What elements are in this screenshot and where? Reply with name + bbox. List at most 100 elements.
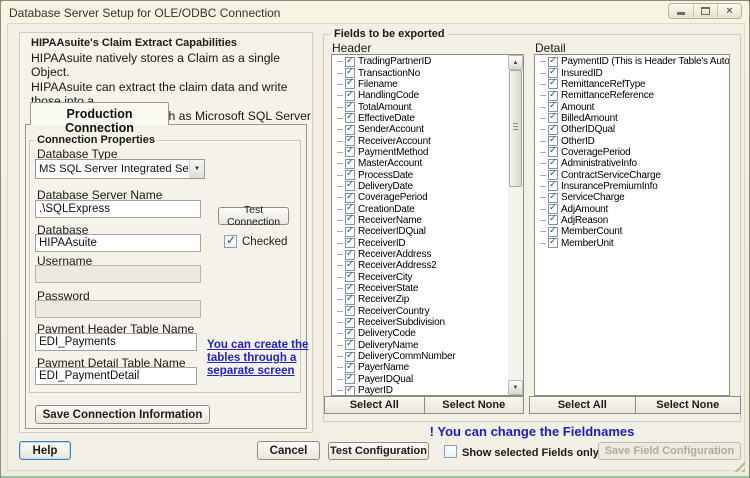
list-item[interactable]: ✓OtherID (537, 135, 729, 146)
tree-connector (337, 129, 343, 130)
test-connection-button[interactable]: Test Connection (218, 207, 289, 225)
tab-production-connection[interactable]: Production Connection (30, 102, 169, 125)
check-icon: ✓ (549, 111, 557, 122)
title-bar[interactable]: Database Server Setup for OLE/ODBC Conne… (1, 1, 749, 23)
dropdown-button[interactable]: ▼ (189, 160, 204, 178)
field-label: ReceiverAddress2 (358, 260, 437, 271)
detail-fields-list[interactable]: ✓PaymentID (This is Header Table's Auto … (534, 54, 730, 396)
list-item[interactable]: ✓MasterAccount (334, 158, 507, 169)
fields-to-be-exported-label: Fields to be exported (330, 28, 449, 40)
field-label: ReceiverState (358, 283, 418, 294)
checked-checkbox[interactable]: ✓ (224, 235, 237, 248)
check-icon: ✓ (346, 168, 354, 179)
list-item[interactable]: ✓InsuredID (537, 67, 729, 78)
list-item[interactable]: ✓HandlingCode (334, 90, 507, 101)
field-label: PayerName (358, 362, 409, 373)
password-input[interactable] (35, 300, 201, 318)
scroll-up-button[interactable]: ▲ (508, 55, 523, 70)
check-icon: ✓ (346, 157, 354, 168)
scrollbar-thumb[interactable] (509, 70, 522, 187)
check-icon: ✓ (346, 213, 354, 224)
detail-select-all-button[interactable]: Select All (529, 396, 636, 414)
tree-connector (337, 333, 343, 334)
show-selected-checkbox[interactable] (444, 445, 457, 458)
list-item[interactable]: ✓DeliveryDate (334, 181, 507, 192)
list-item[interactable]: ✓MemberCount (537, 226, 729, 237)
list-item[interactable]: ✓RemittanceReference (537, 90, 729, 101)
list-item[interactable]: ✓MemberUnit (537, 238, 729, 249)
list-item[interactable]: ✓ReceiverIDQual (334, 226, 507, 237)
list-item[interactable]: ✓ContractServiceCharge (537, 169, 729, 180)
chevron-down-icon: ▼ (194, 166, 200, 172)
list-item[interactable]: ✓AdjAmount (537, 203, 729, 214)
username-input[interactable] (35, 265, 201, 283)
check-icon: ✓ (346, 225, 354, 236)
header-select-none-button[interactable]: Select None (424, 396, 525, 414)
list-item[interactable]: ✓ServiceCharge (537, 192, 729, 203)
checked-checkbox-label[interactable]: Checked (242, 236, 287, 248)
list-item[interactable]: ✓ReceiverCity (334, 272, 507, 283)
list-item[interactable]: ✓CoveragePeriod (334, 192, 507, 203)
list-item[interactable]: ✓ReceiverSubdivision (334, 317, 507, 328)
tree-connector (337, 197, 343, 198)
field-checkbox[interactable]: ✓ (548, 238, 558, 248)
list-item[interactable]: ✓PayerName (334, 362, 507, 373)
list-item[interactable]: ✓ReceiverCountry (334, 306, 507, 317)
list-item[interactable]: ✓PayerIDQual (334, 374, 507, 385)
list-item[interactable]: ✓PayerID (334, 385, 507, 396)
list-item[interactable]: ✓DeliveryCode (334, 328, 507, 339)
field-label: RemittanceRefType (561, 79, 645, 90)
minimize-button[interactable] (669, 4, 693, 18)
list-item[interactable]: ✓SenderAccount (334, 124, 507, 135)
list-item[interactable]: ✓OtherIDQual (537, 124, 729, 135)
close-button[interactable]: × (717, 4, 741, 18)
list-item[interactable]: ✓Filename (334, 79, 507, 90)
list-item[interactable]: ✓ReceiverAddress2 (334, 260, 507, 271)
create-tables-link[interactable]: You can create the tables through a sepa… (207, 339, 319, 378)
list-item[interactable]: ✓EffectiveDate (334, 113, 507, 124)
list-item[interactable]: ✓RemittanceRefType (537, 79, 729, 90)
payment-header-table-input[interactable] (35, 333, 197, 351)
detail-select-none-button[interactable]: Select None (635, 396, 742, 414)
header-list-scrollbar[interactable]: ▲ ▼ (508, 55, 523, 395)
list-item[interactable]: ✓DeliveryCommNumber (334, 351, 507, 362)
list-item[interactable]: ✓InsurancePremiumInfo (537, 181, 729, 192)
list-item[interactable]: ✓PaymentID (This is Header Table's Auto … (537, 56, 729, 67)
list-item[interactable]: ✓ProcessDate (334, 169, 507, 180)
list-item[interactable]: ✓ReceiverState (334, 283, 507, 294)
list-item[interactable]: ✓TransactionNo (334, 67, 507, 78)
field-checkbox[interactable]: ✓ (345, 386, 355, 396)
payment-detail-table-input[interactable] (35, 367, 197, 385)
database-type-dropdown[interactable]: MS SQL Server Integrated Security ▼ (35, 159, 205, 179)
help-button[interactable]: Help (19, 441, 71, 460)
list-item[interactable]: ✓TotalAmount (334, 101, 507, 112)
list-item[interactable]: ✓ReceiverName (334, 215, 507, 226)
list-item[interactable]: ✓ReceiverID (334, 238, 507, 249)
list-item[interactable]: ✓TradingPartnerID (334, 56, 507, 67)
check-icon: ✓ (346, 304, 354, 315)
list-item[interactable]: ✓AdministrativeInfo (537, 158, 729, 169)
test-configuration-button[interactable]: Test Configuration (328, 442, 429, 460)
list-item[interactable]: ✓ReceiverAddress (334, 249, 507, 260)
list-item[interactable]: ✓ReceiverAccount (334, 135, 507, 146)
show-selected-label[interactable]: Show selected Fields only (462, 447, 599, 459)
list-item[interactable]: ✓Amount (537, 101, 729, 112)
tree-connector (540, 95, 546, 96)
list-item[interactable]: ✓DeliveryName (334, 340, 507, 351)
maximize-button[interactable] (693, 4, 717, 18)
list-item[interactable]: ✓BilledAmount (537, 113, 729, 124)
list-item[interactable]: ✓CreationDate (334, 203, 507, 214)
database-input[interactable] (35, 234, 201, 252)
list-item[interactable]: ✓CoveragePeriod (537, 147, 729, 158)
field-label: PaymentMethod (358, 147, 428, 158)
list-item[interactable]: ✓AdjReason (537, 215, 729, 226)
cancel-button[interactable]: Cancel (257, 441, 320, 460)
list-item[interactable]: ✓ReceiverZip (334, 294, 507, 305)
save-connection-button[interactable]: Save Connection Information (35, 405, 210, 424)
header-select-all-button[interactable]: Select All (324, 396, 425, 414)
scroll-down-button[interactable]: ▼ (508, 380, 523, 395)
field-label: InsurancePremiumInfo (561, 181, 658, 192)
header-fields-list[interactable]: ▲ ▼ ✓TradingPartnerID✓TransactionNo✓File… (331, 54, 524, 396)
server-name-input[interactable] (35, 200, 201, 218)
list-item[interactable]: ✓PaymentMethod (334, 147, 507, 158)
